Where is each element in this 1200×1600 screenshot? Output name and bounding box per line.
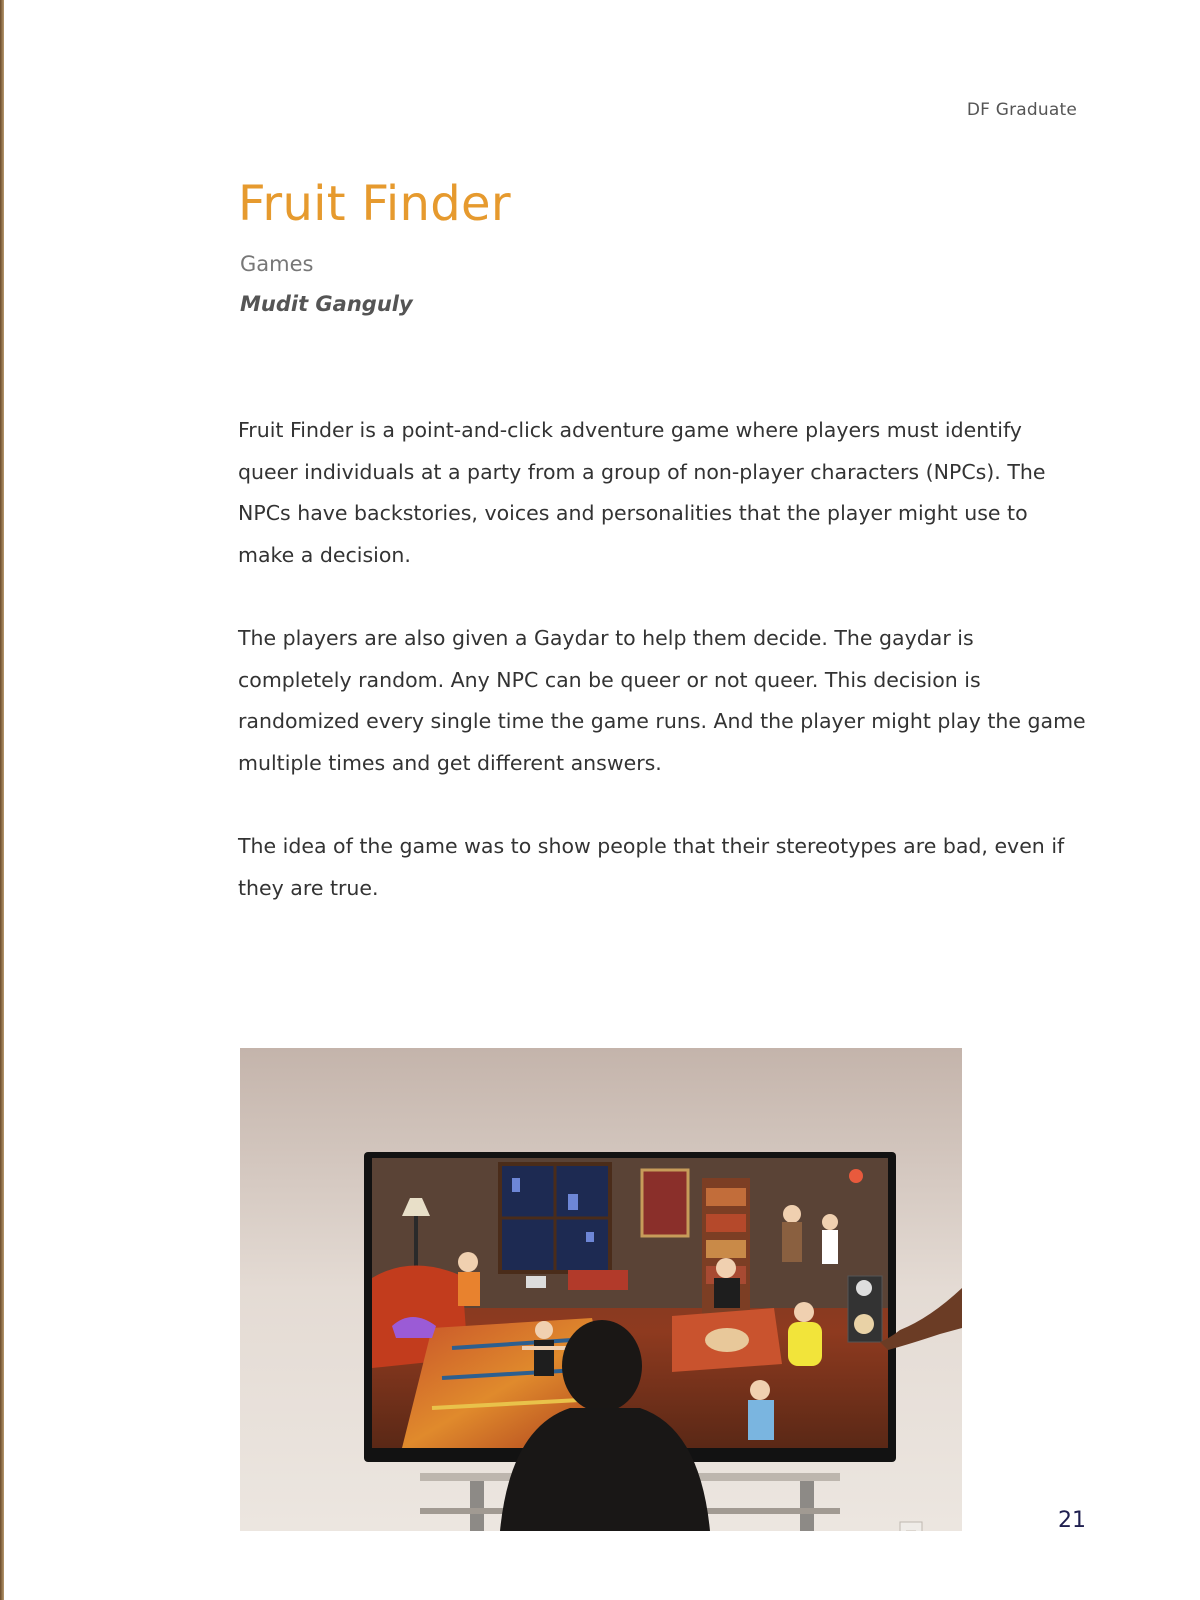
wall-switch (899, 1521, 923, 1531)
description-paragraph-2: The players are also given a Gaydar to h… (238, 625, 1086, 775)
running-head: DF Graduate (966, 100, 1077, 120)
page-number: 21 (1058, 1508, 1086, 1533)
project-author: Mudit Ganguly (240, 292, 413, 316)
photo-illustration (240, 1048, 962, 1531)
description-paragraph-3: The idea of the game was to show people … (238, 833, 1065, 900)
project-title: Fruit Finder (238, 176, 511, 232)
game-installation-photo (240, 1048, 962, 1531)
project-description: Fruit Finder is a point-and-click advent… (238, 410, 1088, 951)
description-paragraph-1: Fruit Finder is a point-and-click advent… (238, 418, 1046, 567)
page-edge (0, 0, 4, 1600)
project-category: Games (240, 252, 314, 276)
viewer-head (562, 1320, 642, 1412)
